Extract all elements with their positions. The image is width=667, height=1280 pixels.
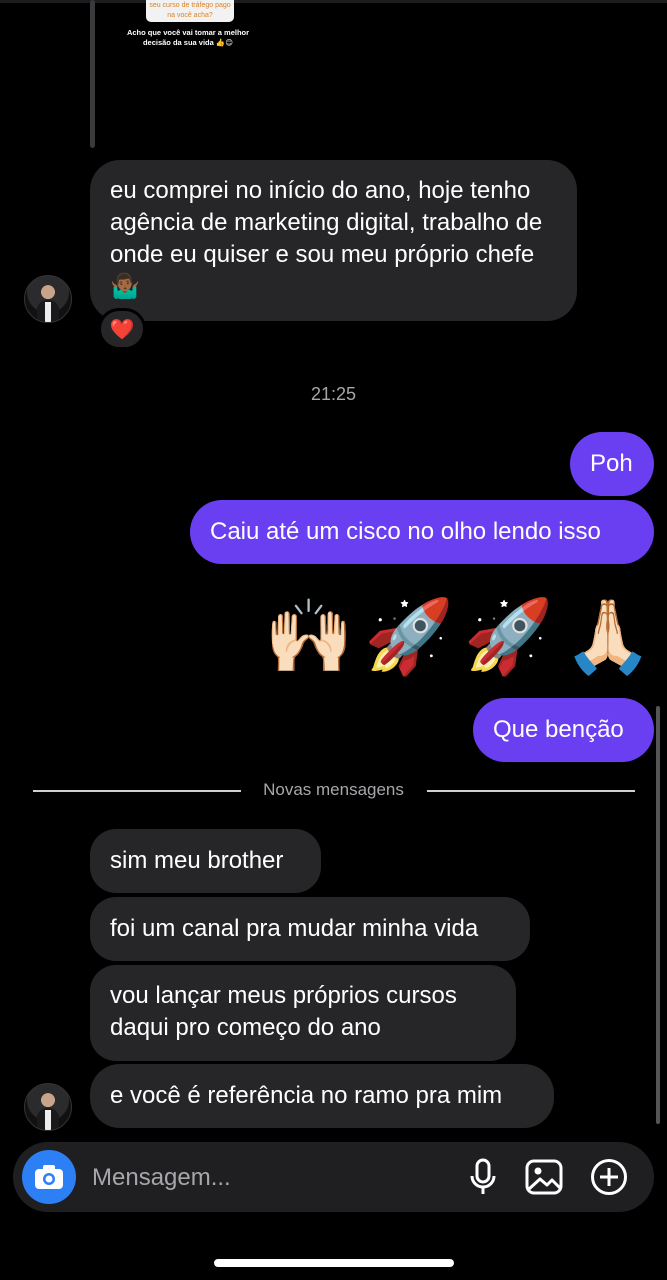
microphone-icon — [470, 1158, 496, 1194]
plus-icon — [591, 1159, 627, 1195]
incoming-message[interactable]: vou lançar meus próprios cursos daqui pr… — [90, 965, 516, 1061]
rocket-emoji: 🚀 — [364, 594, 454, 678]
heart-reaction[interactable]: ❤️ — [98, 308, 146, 350]
gallery-icon — [525, 1159, 563, 1195]
top-edge-line — [0, 0, 667, 3]
folded-hands-emoji: 🙏🏻 — [563, 594, 653, 678]
avatar[interactable] — [24, 1083, 72, 1131]
story-reply-bar — [90, 0, 95, 148]
message-text: eu comprei no início do ano, hoje tenho … — [110, 177, 543, 300]
camera-icon — [35, 1165, 63, 1189]
microphone-button[interactable] — [463, 1157, 503, 1197]
avatar[interactable] — [24, 275, 72, 323]
message-text: vou lançar meus próprios cursos daqui pr… — [110, 982, 457, 1041]
gallery-button[interactable] — [524, 1157, 564, 1197]
incoming-message[interactable]: sim meu brother — [90, 829, 321, 893]
incoming-message[interactable]: e você é referência no ramo pra mim — [90, 1064, 554, 1128]
outgoing-message[interactable]: Poh — [570, 432, 654, 496]
home-indicator[interactable] — [214, 1259, 454, 1267]
camera-button[interactable] — [22, 1150, 76, 1204]
emoji-message[interactable]: 🙌🏻 🚀 🚀 🙏🏻 — [264, 590, 653, 682]
incoming-message[interactable]: foi um canal pra mudar minha vida — [90, 897, 530, 961]
raising-hands-emoji: 🙌🏻 — [264, 594, 355, 678]
incoming-message[interactable]: eu comprei no início do ano, hoje tenho … — [90, 160, 577, 321]
story-top-text: seu curso de tráfego pago na você acha? — [146, 0, 234, 22]
outgoing-message[interactable]: Que benção — [473, 698, 654, 762]
outgoing-message[interactable]: Caiu até um cisco no olho lendo isso — [190, 500, 654, 564]
message-input[interactable] — [90, 1157, 454, 1199]
add-button[interactable] — [589, 1157, 629, 1197]
message-text: foi um canal pra mudar minha vida — [110, 915, 479, 942]
story-caption: Acho que você vai tomar a melhor decisão… — [126, 28, 250, 47]
message-text: Que benção — [493, 716, 624, 743]
new-messages-divider: Novas mensagens — [263, 780, 404, 799]
rocket-emoji: 🚀 — [463, 594, 554, 678]
story-reply-thumbnail[interactable]: seu curso de tráfego pago na você acha? … — [118, 0, 258, 60]
scrollbar[interactable] — [656, 706, 660, 1124]
message-text: Caiu até um cisco no olho lendo isso — [210, 518, 601, 545]
message-timestamp: 21:25 — [310, 384, 357, 404]
message-text: sim meu brother — [110, 847, 284, 874]
message-text: Poh — [590, 450, 633, 477]
message-text: e você é referência no ramo pra mim — [110, 1082, 503, 1109]
